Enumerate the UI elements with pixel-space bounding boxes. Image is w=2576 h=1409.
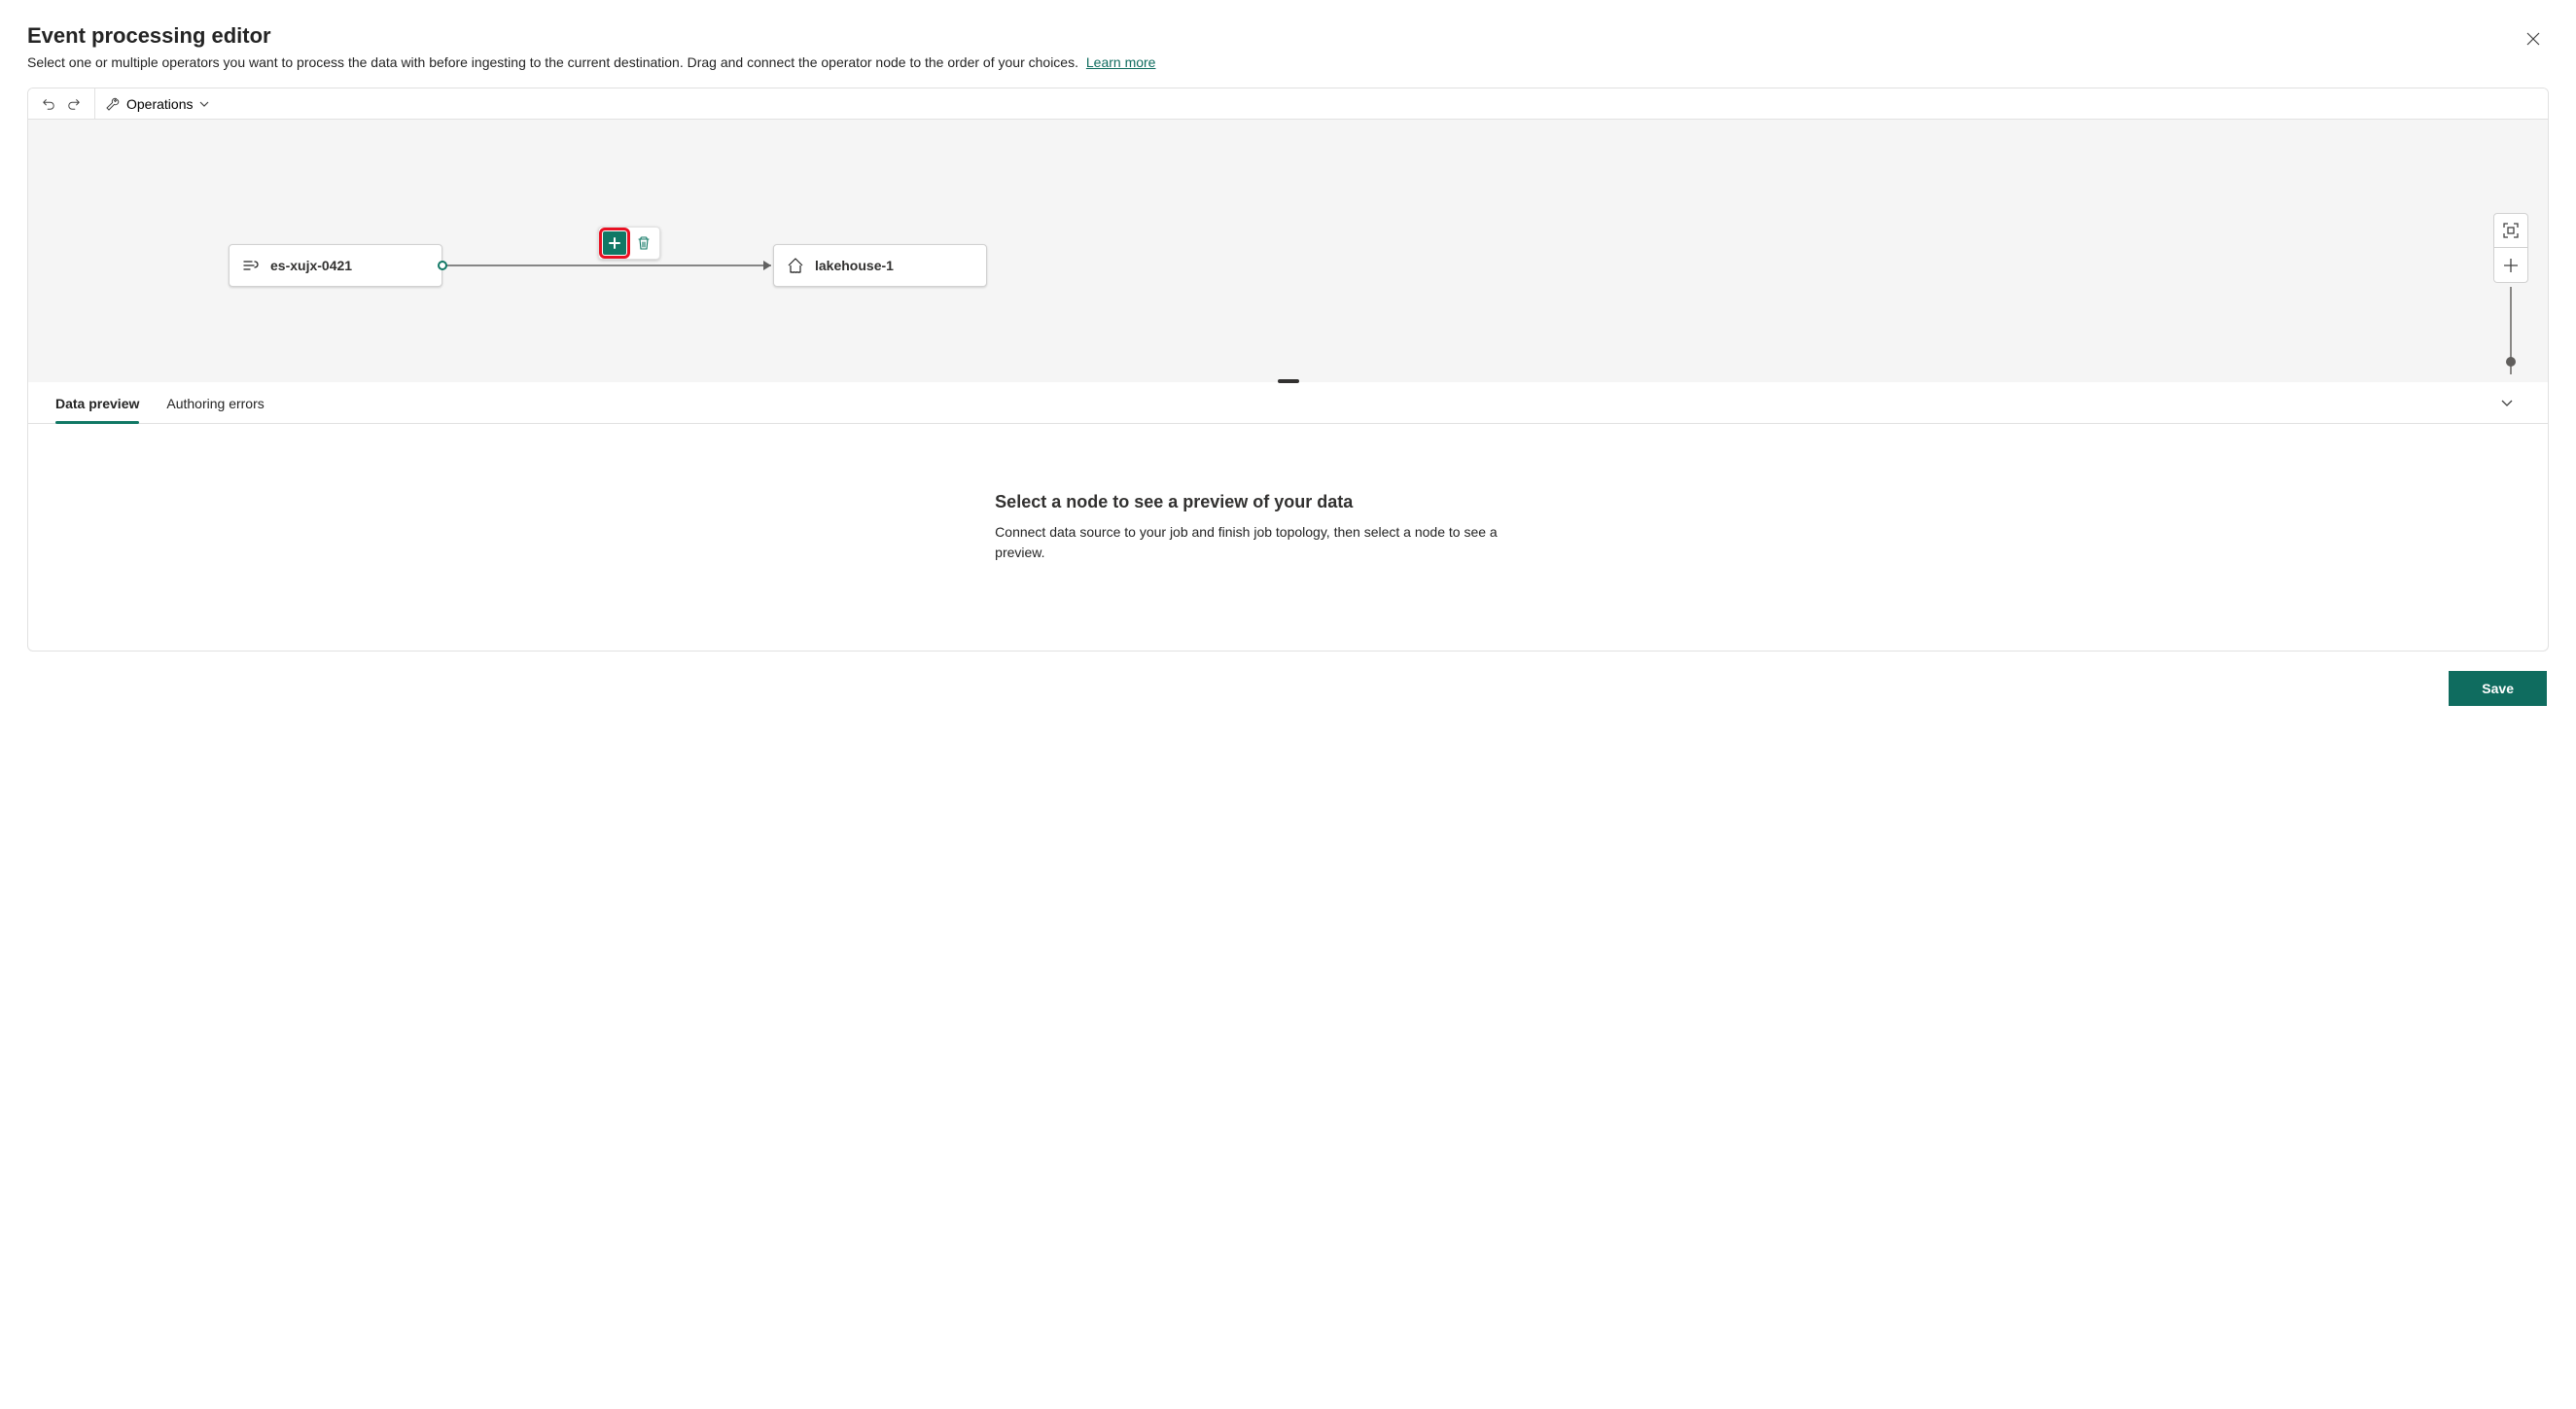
editor-frame: Operations es-xujx-0421 [27, 88, 2549, 652]
close-icon [2525, 31, 2541, 47]
lakehouse-icon [786, 256, 805, 275]
toolbar: Operations [28, 88, 2548, 120]
dialog-header: Event processing editor Select one or mu… [27, 23, 2549, 70]
tabs: Data preview Authoring errors [55, 382, 265, 423]
subtitle-text: Select one or multiple operators you wan… [27, 54, 1078, 70]
page-subtitle: Select one or multiple operators you wan… [27, 54, 2518, 70]
operations-label: Operations [126, 96, 193, 112]
dialog: Event processing editor Select one or mu… [0, 0, 2576, 725]
trash-icon [636, 235, 652, 251]
delete-edge-button[interactable] [632, 231, 655, 255]
tab-data-preview[interactable]: Data preview [55, 382, 139, 423]
chevron-down-icon [2499, 395, 2515, 410]
undo-button[interactable] [36, 91, 61, 117]
page-title: Event processing editor [27, 23, 2518, 49]
eventstream-icon [241, 256, 261, 275]
plus-icon [608, 236, 621, 250]
destination-node[interactable]: lakehouse-1 [773, 244, 987, 287]
wrench-icon [105, 96, 121, 112]
edge-toolbar [598, 227, 660, 260]
zoom-slider[interactable] [2510, 287, 2512, 374]
footer: Save [27, 661, 2549, 706]
preview-body: Select a node to see a preview of your d… [28, 424, 2548, 651]
canvas[interactable]: es-xujx-0421 lakehouse-1 [28, 120, 2548, 382]
source-node-label: es-xujx-0421 [270, 258, 352, 273]
close-button[interactable] [2518, 23, 2549, 54]
preview-placeholder: Select a node to see a preview of your d… [995, 492, 1539, 563]
source-node[interactable]: es-xujx-0421 [229, 244, 442, 287]
output-handle[interactable] [438, 261, 447, 270]
operations-dropdown[interactable]: Operations [95, 88, 220, 119]
tabs-row: Data preview Authoring errors [28, 382, 2548, 424]
learn-more-link[interactable]: Learn more [1086, 54, 1156, 70]
zoom-in-button[interactable] [2493, 248, 2528, 283]
chevron-down-icon [198, 98, 210, 110]
undo-icon [42, 96, 55, 112]
redo-icon [67, 96, 81, 112]
panel-resize-handle[interactable] [1278, 379, 1299, 383]
save-button[interactable]: Save [2449, 671, 2547, 706]
zoom-slider-handle[interactable] [2506, 357, 2516, 367]
preview-title: Select a node to see a preview of your d… [995, 492, 1539, 512]
history-group [28, 88, 95, 119]
title-block: Event processing editor Select one or mu… [27, 23, 2518, 70]
redo-button[interactable] [61, 91, 87, 117]
fit-icon [2502, 222, 2520, 239]
plus-thin-icon [2502, 257, 2520, 274]
destination-node-label: lakehouse-1 [815, 258, 894, 273]
collapse-panel-button[interactable] [2493, 389, 2521, 416]
preview-text: Connect data source to your job and fini… [995, 522, 1539, 563]
zoom-fit-button[interactable] [2493, 213, 2528, 248]
tab-authoring-errors[interactable]: Authoring errors [166, 382, 264, 423]
zoom-controls [2493, 213, 2528, 374]
add-operator-button[interactable] [603, 231, 626, 255]
